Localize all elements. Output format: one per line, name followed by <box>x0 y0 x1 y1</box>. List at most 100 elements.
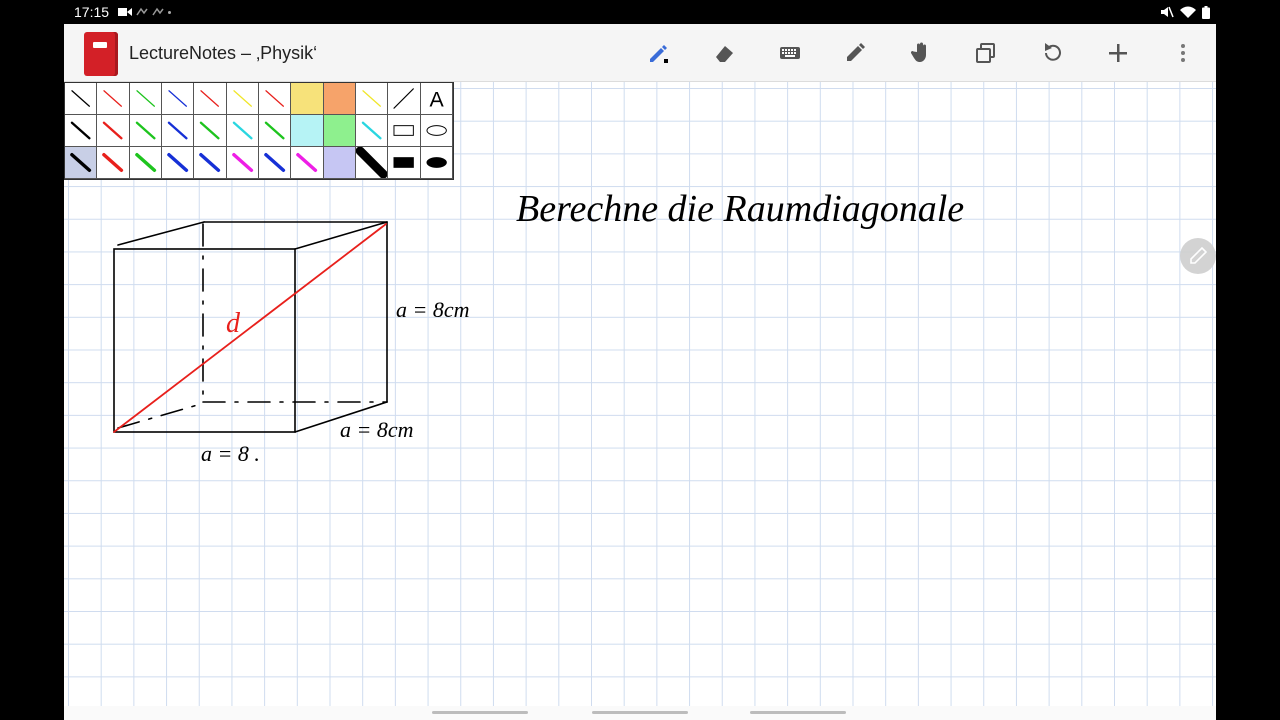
marker-black-stroke <box>355 147 388 178</box>
overflow-menu-button[interactable] <box>1168 38 1198 68</box>
pen-red-thin-stroke <box>103 90 123 107</box>
pen-magenta-thick-swatch[interactable] <box>226 147 259 179</box>
line-tool-glyph <box>393 88 415 109</box>
status-notification-icons <box>118 5 171 19</box>
pen-yellow-thin-2-glyph <box>362 90 382 107</box>
pen-red-thin-2-swatch[interactable] <box>194 83 227 115</box>
eraser-icon <box>716 46 733 62</box>
line-tool-swatch[interactable] <box>388 83 421 115</box>
pen-red-thin-3-swatch[interactable] <box>258 83 292 115</box>
notebook-icon[interactable] <box>84 32 118 76</box>
pen-black-thin-swatch[interactable] <box>65 83 98 115</box>
pen-green-medium-3-stroke <box>264 121 285 140</box>
nav-handle-right[interactable] <box>750 711 846 714</box>
pen-blue-thick-3-swatch[interactable] <box>258 147 292 179</box>
pen-green-thin-swatch[interactable] <box>129 83 162 115</box>
undo-button[interactable] <box>1037 38 1067 68</box>
pen-green-medium-glyph <box>135 121 156 140</box>
highlighter-cyan-swatch[interactable] <box>291 115 324 147</box>
pen-blue-medium-glyph <box>167 121 188 140</box>
mute-icon <box>1161 6 1174 18</box>
status-bar: 17:15 <box>0 0 1280 24</box>
rectangle-tool-swatch[interactable] <box>388 115 421 147</box>
line-tool-stroke <box>393 88 415 109</box>
pen-yellow-thin-stroke <box>232 90 252 107</box>
pen-black-medium-swatch[interactable] <box>65 115 98 147</box>
pen-magenta-thick-glyph <box>231 153 253 172</box>
hand-tool-button[interactable] <box>906 38 936 68</box>
wifi-icon <box>1180 6 1196 18</box>
pen-tool-button[interactable] <box>644 38 674 68</box>
pen-green-medium-3-swatch[interactable] <box>258 115 292 147</box>
eraser-tool-button[interactable] <box>709 38 739 68</box>
pen-black-thick-swatch[interactable] <box>65 147 98 179</box>
keyboard-tool-button[interactable] <box>775 38 805 68</box>
pen-blue-thick-2-stroke <box>199 153 221 172</box>
pen-blue-thick-swatch[interactable] <box>161 147 195 179</box>
pen-blue-thin-swatch[interactable] <box>161 83 195 115</box>
pen-red-medium-stroke <box>103 121 123 140</box>
battery-icon <box>1202 5 1210 19</box>
pen-cyan-medium-swatch[interactable] <box>226 115 259 147</box>
pen-yellow-thin-2-swatch[interactable] <box>355 83 389 115</box>
pen-cyan-medium-2-stroke <box>361 121 382 140</box>
copy-tool-button[interactable] <box>971 38 1001 68</box>
text-tool-swatch[interactable]: A <box>420 83 453 115</box>
pen-red-thin-3-glyph <box>265 90 285 107</box>
hand-icon <box>910 42 926 62</box>
filled-ellipse-tool-swatch[interactable] <box>420 147 453 179</box>
filled-rectangle-tool-swatch[interactable] <box>388 147 421 179</box>
highlighter-green-swatch[interactable] <box>323 115 356 147</box>
pen-black-thin-glyph <box>71 90 91 107</box>
add-page-button[interactable] <box>1103 38 1133 68</box>
sync-icon-2 <box>152 7 164 16</box>
pen-red-thin-3-stroke <box>265 90 285 107</box>
pen-palette: A <box>64 82 454 180</box>
pen-cyan-medium-2-swatch[interactable] <box>355 115 389 147</box>
pen-blue-thick-3-glyph <box>264 153 286 172</box>
pen-green-medium-3-glyph <box>264 121 285 140</box>
pen-magenta-thick-2-swatch[interactable] <box>291 147 324 179</box>
status-system-icons <box>1160 5 1210 19</box>
pen-green-medium-2-swatch[interactable] <box>194 115 227 147</box>
app-title: LectureNotes – ‚Physik‘ <box>129 43 318 63</box>
pen-green-medium-swatch[interactable] <box>129 115 162 147</box>
pen-green-thick-swatch[interactable] <box>129 147 162 179</box>
highlighter-tool-button[interactable] <box>840 38 870 68</box>
highlighter-lavender-swatch[interactable] <box>323 147 356 179</box>
highlighter-yellow-swatch[interactable] <box>291 83 324 115</box>
system-nav-bar <box>64 706 1216 720</box>
nav-handle-left[interactable] <box>432 711 528 714</box>
pen-red-thin-swatch[interactable] <box>97 83 130 115</box>
pen-cyan-medium-stroke <box>232 121 253 140</box>
highlighter-yellow-glyph <box>291 83 322 114</box>
pen-magenta-thick-2-glyph <box>296 153 318 172</box>
pen-blue-thick-2-swatch[interactable] <box>194 147 227 179</box>
app-window: LectureNotes – ‚Physik‘ A Berechne die R… <box>64 24 1216 720</box>
app-bar: LectureNotes – ‚Physik‘ <box>64 24 1216 82</box>
pen-blue-thick-glyph <box>167 153 189 172</box>
pen-cyan-medium-glyph <box>232 121 253 140</box>
pen-black-thick-glyph <box>70 153 92 172</box>
ellipse-tool-glyph <box>426 125 447 136</box>
status-time: 17:15 <box>74 4 110 20</box>
pen-red-thick-stroke <box>102 153 124 172</box>
marker-black-swatch[interactable] <box>355 147 389 179</box>
pen-red-thick-swatch[interactable] <box>97 147 130 179</box>
pen-blue-thick-3-stroke <box>264 153 286 172</box>
ellipse-tool-swatch[interactable] <box>420 115 453 147</box>
nav-handle-center[interactable] <box>592 711 688 714</box>
pen-green-thick-stroke <box>134 153 156 172</box>
text-tool-glyph: A <box>429 87 444 111</box>
pen-green-thick-glyph <box>134 153 156 172</box>
pen-green-medium-2-stroke <box>200 121 220 140</box>
more-icon <box>1181 44 1185 62</box>
pen-yellow-thin-swatch[interactable] <box>226 83 259 115</box>
highlighter-orange-swatch[interactable] <box>323 83 356 115</box>
floating-edit-button[interactable] <box>1180 238 1216 274</box>
pen-red-thick-glyph <box>102 153 124 172</box>
pen-red-medium-swatch[interactable] <box>97 115 130 147</box>
highlighter-icon <box>847 43 865 61</box>
pen-blue-medium-swatch[interactable] <box>161 115 195 147</box>
rectangle-tool-shape <box>393 125 415 136</box>
